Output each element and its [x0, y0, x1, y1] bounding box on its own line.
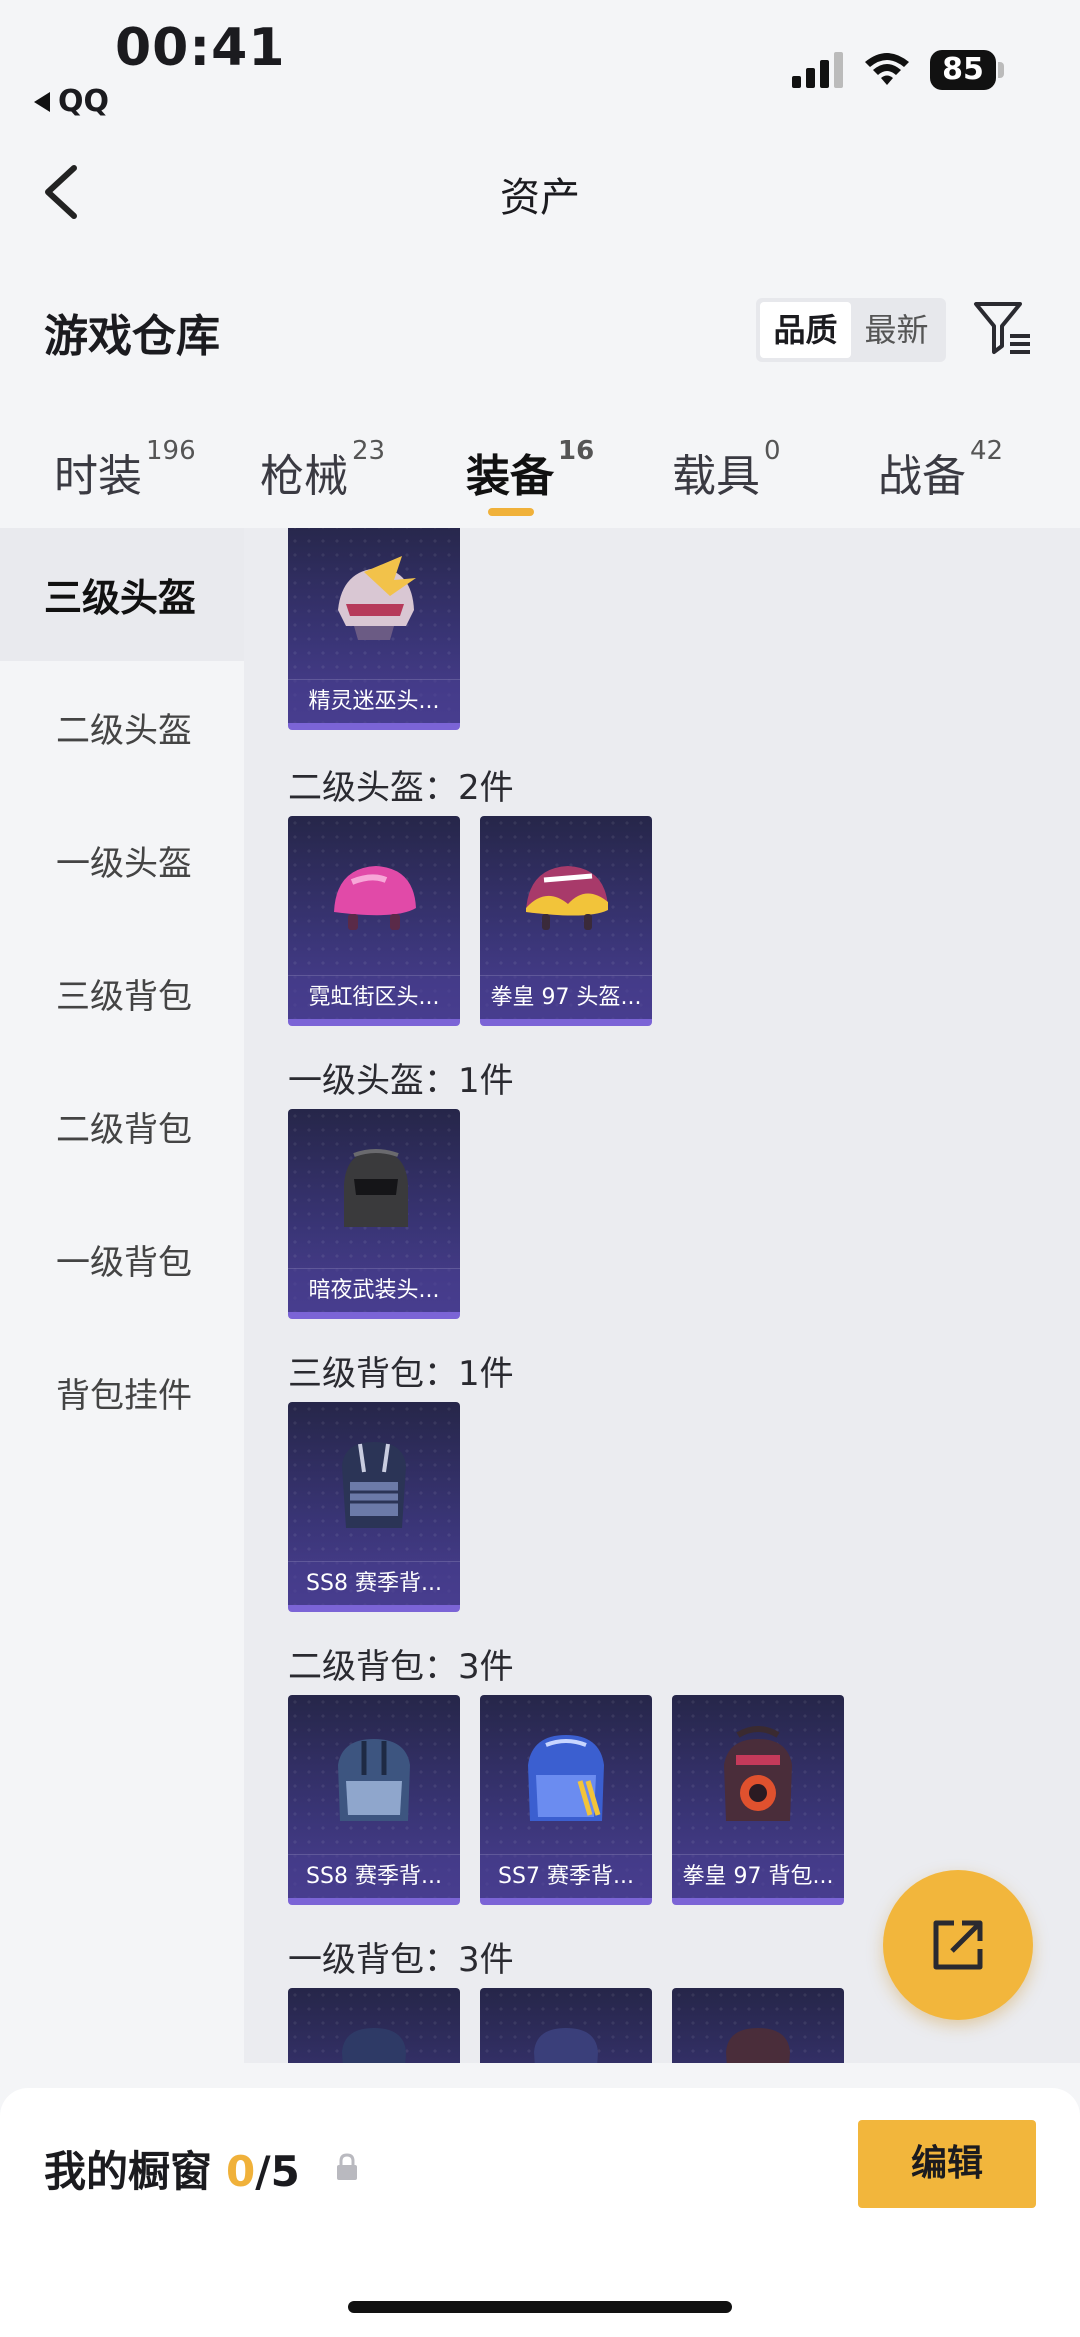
- nav-bar: 资产: [0, 140, 1080, 240]
- backpack-ss8-icon: [338, 1739, 410, 1821]
- group-label-level1-backpack: 一级背包：3件: [288, 1940, 514, 1980]
- item-card[interactable]: 精灵迷巫头...: [288, 528, 460, 730]
- filter-icon[interactable]: [970, 296, 1034, 360]
- tab-weapons[interactable]: 枪械 23: [260, 436, 385, 504]
- sidebar: 三级头盔 二级头盔 一级头盔 三级背包 二级背包 一级背包 背包挂件: [0, 528, 244, 2063]
- item-name: SS8 赛季背...: [288, 1561, 460, 1605]
- helmet-kof-icon: [526, 866, 608, 930]
- sidebar-item-level2-helmet[interactable]: 二级头盔: [0, 661, 244, 794]
- sidebar-item-level3-helmet[interactable]: 三级头盔: [0, 528, 244, 661]
- share-button[interactable]: [883, 1870, 1033, 2020]
- item-name: 拳皇 97 背包...: [672, 1854, 844, 1898]
- cellular-signal-icon: [792, 52, 843, 88]
- category-tabs: 时装 196 枪械 23 装备 16 载具 0 战备 42: [0, 430, 1080, 530]
- item-card[interactable]: 拳皇 97 背包...: [672, 1695, 844, 1905]
- group-label-level2-helmet: 二级头盔：2件: [288, 768, 514, 808]
- group-label-level3-backpack: 三级背包：1件: [288, 1354, 514, 1394]
- home-indicator: [348, 2301, 732, 2313]
- battery-icon: 85: [930, 50, 1004, 90]
- item-name: SS7 赛季背...: [480, 1854, 652, 1898]
- item-name: 精灵迷巫头...: [288, 679, 460, 723]
- status-bar: 00:41 QQ 85: [0, 0, 1080, 130]
- item-card[interactable]: 霓虹街区头...: [288, 816, 460, 1026]
- item-card[interactable]: [672, 1988, 844, 2063]
- sidebar-item-backpack-charm[interactable]: 背包挂件: [0, 1326, 244, 1459]
- helmet-dark-icon: [344, 1149, 408, 1227]
- group-label-level2-backpack: 二级背包：3件: [288, 1647, 514, 1687]
- item-name: 拳皇 97 头盔...: [480, 975, 652, 1019]
- showcase-title: 我的橱窗 0/5: [44, 2138, 300, 2199]
- sort-toggle: 品质 最新: [756, 298, 946, 362]
- sort-quality-button[interactable]: 品质: [760, 302, 851, 358]
- backpack-icon: [534, 2028, 598, 2063]
- backpack-kof-icon: [724, 1726, 792, 1821]
- backpack-icon: [726, 2028, 790, 2063]
- item-name: 霓虹街区头...: [288, 975, 460, 1019]
- battery-level: 85: [930, 50, 996, 90]
- share-external-icon: [933, 1920, 983, 1970]
- back-app-label: QQ: [58, 84, 110, 119]
- helmet-pink-icon: [334, 866, 416, 930]
- item-card[interactable]: SS8 赛季背...: [288, 1402, 460, 1612]
- sidebar-item-level3-backpack[interactable]: 三级背包: [0, 927, 244, 1060]
- tab-vehicles[interactable]: 载具 0: [672, 436, 781, 504]
- tab-supplies[interactable]: 战备 42: [878, 436, 1003, 504]
- item-card[interactable]: SS8 赛季背...: [288, 1695, 460, 1905]
- page-title: 资产: [500, 175, 580, 221]
- tab-fashion[interactable]: 时装 196: [54, 436, 196, 504]
- backpack-icon: [342, 2028, 406, 2063]
- wifi-icon: [865, 53, 909, 85]
- showcase-count: 0/5: [226, 2147, 300, 2196]
- warehouse-title: 游戏仓库: [44, 311, 220, 362]
- sidebar-item-level2-backpack[interactable]: 二级背包: [0, 1060, 244, 1193]
- back-to-app-link[interactable]: QQ: [34, 84, 109, 119]
- status-time: 00:41: [115, 18, 286, 78]
- item-card[interactable]: [480, 1988, 652, 2063]
- backpack-ss8-icon: [342, 1442, 406, 1528]
- sidebar-item-level1-helmet[interactable]: 一级头盔: [0, 794, 244, 927]
- backpack-ss7-icon: [528, 1735, 604, 1821]
- item-name: 暗夜武装头...: [288, 1268, 460, 1312]
- back-triangle-icon: [34, 91, 50, 112]
- showcase-label: 我的橱窗: [44, 2147, 213, 2196]
- active-tab-indicator: [488, 508, 534, 516]
- item-name: SS8 赛季背...: [288, 1854, 460, 1898]
- item-card[interactable]: 暗夜武装头...: [288, 1109, 460, 1319]
- tab-equipment[interactable]: 装备 16: [466, 436, 594, 504]
- sort-latest-button[interactable]: 最新: [851, 302, 942, 358]
- item-card[interactable]: SS7 赛季背...: [480, 1695, 652, 1905]
- item-card[interactable]: [288, 1988, 460, 2063]
- item-card[interactable]: 拳皇 97 头盔...: [480, 816, 652, 1026]
- edit-button[interactable]: 编辑: [858, 2120, 1036, 2208]
- lock-icon: [337, 2153, 357, 2180]
- showcase-panel: 我的橱窗 0/5 编辑: [0, 2088, 1080, 2337]
- group-label-level1-helmet: 一级头盔：1件: [288, 1061, 514, 1101]
- sidebar-item-level1-backpack[interactable]: 一级背包: [0, 1193, 244, 1326]
- helmet-elf-icon: [338, 556, 416, 640]
- item-grid: 精灵迷巫头... 二级头盔：2件 霓虹街区头... 拳皇 97 头盔... 一级…: [244, 528, 1080, 2063]
